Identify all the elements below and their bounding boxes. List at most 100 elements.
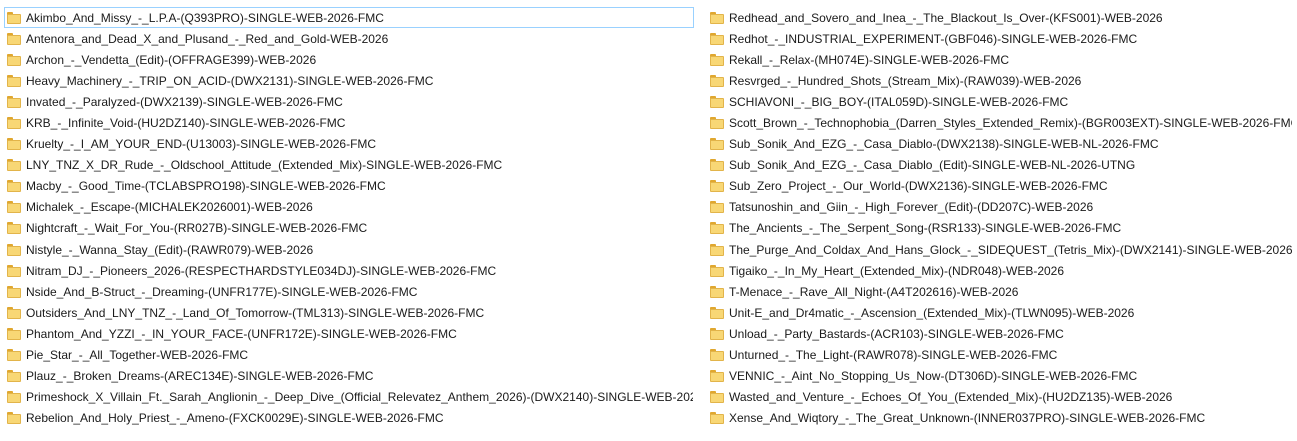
folder-name: Macby_-_Good_Time-(TCLABSPRO198)-SINGLE-…: [26, 179, 386, 194]
folder-column-right: Redhead_and_Sovero_and_Inea_-_The_Blacko…: [707, 7, 1293, 429]
folder-name: Pie_Star_-_All_Together-WEB-2026-FMC: [26, 348, 249, 363]
folder-icon: [7, 264, 21, 277]
folder-name: Tigaiko_-_In_My_Heart_(Extended_Mix)-(ND…: [729, 263, 1065, 278]
folder-item[interactable]: Michalek_-_Escape-(MICHALEK2026001)-WEB-…: [4, 197, 694, 218]
folder-item[interactable]: Unturned_-_The_Light-(RAWR078)-SINGLE-WE…: [707, 345, 1293, 366]
folder-item[interactable]: Sub_Sonik_And_EZG_-_Casa_Diablo_(Edit)-S…: [707, 155, 1293, 176]
folder-name: Sub_Sonik_And_EZG_-_Casa_Diablo-(DWX2138…: [729, 137, 1159, 152]
folder-item[interactable]: Antenora_and_Dead_X_and_Plusand_-_Red_an…: [4, 28, 694, 49]
folder-item[interactable]: Resvrged_-_Hundred_Shots_(Stream_Mix)-(R…: [707, 70, 1293, 91]
folder-icon: [7, 285, 21, 298]
folder-name: Outsiders_And_LNY_TNZ_-_Land_Of_Tomorrow…: [26, 305, 485, 320]
folder-icon: [7, 349, 21, 362]
folder-name: Michalek_-_Escape-(MICHALEK2026001)-WEB-…: [26, 200, 313, 215]
folder-icon: [7, 370, 21, 383]
folder-icon: [710, 159, 724, 172]
folder-icon: [710, 349, 724, 362]
folder-name: KRB_-_Infinite_Void-(HU2DZ140)-SINGLE-WE…: [26, 116, 346, 131]
folder-item[interactable]: KRB_-_Infinite_Void-(HU2DZ140)-SINGLE-WE…: [4, 112, 694, 133]
folder-icon: [710, 222, 724, 235]
folder-item[interactable]: Scott_Brown_-_Technophobia_(Darren_Style…: [707, 112, 1293, 133]
folder-name: Xense_And_Wiqtory_-_The_Great_Unknown-(I…: [729, 411, 1206, 426]
folder-name: Tatsunoshin_and_Giin_-_High_Forever_(Edi…: [729, 200, 1094, 215]
folder-item[interactable]: Pie_Star_-_All_Together-WEB-2026-FMC: [4, 345, 694, 366]
folder-name: Nightcraft_-_Wait_For_You-(RR027B)-SINGL…: [26, 221, 368, 236]
folder-item[interactable]: Primeshock_X_Villain_Ft._Sarah_Anglionin…: [4, 387, 694, 408]
folder-icon: [710, 243, 724, 256]
folder-name: Rebelion_And_Holy_Priest_-_Ameno-(FXCK00…: [26, 411, 444, 426]
folder-icon: [710, 391, 724, 404]
folder-name: Akimbo_And_Missy_-_L.P.A-(Q393PRO)-SINGL…: [26, 10, 384, 25]
folder-item[interactable]: Redhot_-_INDUSTRIAL_EXPERIMENT-(GBF046)-…: [707, 28, 1293, 49]
folder-item[interactable]: Invated_-_Paralyzed-(DWX2139)-SINGLE-WEB…: [4, 91, 694, 112]
folder-item[interactable]: LNY_TNZ_X_DR_Rude_-_Oldschool_Attitude_(…: [4, 155, 694, 176]
folder-item[interactable]: Unit-E_and_Dr4matic_-_Ascension_(Extende…: [707, 302, 1293, 323]
folder-icon: [710, 117, 724, 130]
folder-icon: [7, 117, 21, 130]
folder-column-left: Akimbo_And_Missy_-_L.P.A-(Q393PRO)-SINGL…: [4, 7, 694, 429]
folder-icon: [7, 180, 21, 193]
folder-icon: [7, 11, 21, 24]
folder-name: LNY_TNZ_X_DR_Rude_-_Oldschool_Attitude_(…: [26, 158, 503, 173]
folder-item[interactable]: The_Ancients_-_The_Serpent_Song-(RSR133)…: [707, 218, 1293, 239]
folder-item[interactable]: Redhead_and_Sovero_and_Inea_-_The_Blacko…: [707, 7, 1293, 28]
folder-name: Primeshock_X_Villain_Ft._Sarah_Anglionin…: [26, 390, 694, 405]
folder-item[interactable]: Tigaiko_-_In_My_Heart_(Extended_Mix)-(ND…: [707, 260, 1293, 281]
folder-icon: [7, 222, 21, 235]
folder-icon: [710, 32, 724, 45]
folder-item[interactable]: Xense_And_Wiqtory_-_The_Great_Unknown-(I…: [707, 408, 1293, 429]
folder-icon: [710, 11, 724, 24]
folder-item[interactable]: SCHIAVONI_-_BIG_BOY-(ITAL059D)-SINGLE-WE…: [707, 91, 1293, 112]
folder-name: Invated_-_Paralyzed-(DWX2139)-SINGLE-WEB…: [26, 94, 343, 109]
folder-item[interactable]: Nside_And_B-Struct_-_Dreaming-(UNFR177E)…: [4, 281, 694, 302]
folder-item[interactable]: VENNIC_-_Aint_No_Stopping_Us_Now-(DT306D…: [707, 366, 1293, 387]
folder-item[interactable]: Rekall_-_Relax-(MH074E)-SINGLE-WEB-2026-…: [707, 49, 1293, 70]
folder-name: Archon_-_Vendetta_(Edit)-(OFFRAGE399)-WE…: [26, 52, 317, 67]
folder-item[interactable]: The_Purge_And_Coldax_And_Hans_Glock_-_SI…: [707, 239, 1293, 260]
folder-item[interactable]: Heavy_Machinery_-_TRIP_ON_ACID-(DWX2131)…: [4, 70, 694, 91]
folder-item[interactable]: Macby_-_Good_Time-(TCLABSPRO198)-SINGLE-…: [4, 176, 694, 197]
folder-name: Rekall_-_Relax-(MH074E)-SINGLE-WEB-2026-…: [729, 52, 1010, 67]
folder-name: SCHIAVONI_-_BIG_BOY-(ITAL059D)-SINGLE-WE…: [729, 94, 1069, 109]
folder-name: T-Menace_-_Rave_All_Night-(A4T202616)-WE…: [729, 284, 1019, 299]
folder-icon: [710, 201, 724, 214]
folder-item[interactable]: Plauz_-_Broken_Dreams-(AREC134E)-SINGLE-…: [4, 366, 694, 387]
folder-name: Heavy_Machinery_-_TRIP_ON_ACID-(DWX2131)…: [26, 73, 434, 88]
folder-icon: [7, 412, 21, 425]
folder-name: Nitram_DJ_-_Pioneers_2026-(RESPECTHARDST…: [26, 263, 497, 278]
folder-item[interactable]: Nistyle_-_Wanna_Stay_(Edit)-(RAWR079)-WE…: [4, 239, 694, 260]
folder-item[interactable]: Outsiders_And_LNY_TNZ_-_Land_Of_Tomorrow…: [4, 302, 694, 323]
folder-item[interactable]: Nightcraft_-_Wait_For_You-(RR027B)-SINGL…: [4, 218, 694, 239]
folder-item[interactable]: Nitram_DJ_-_Pioneers_2026-(RESPECTHARDST…: [4, 260, 694, 281]
folder-icon: [710, 327, 724, 340]
folder-name: Redhot_-_INDUSTRIAL_EXPERIMENT-(GBF046)-…: [729, 31, 1138, 46]
folder-name: Plauz_-_Broken_Dreams-(AREC134E)-SINGLE-…: [26, 369, 374, 384]
folder-icon: [7, 138, 21, 151]
folder-icon: [7, 32, 21, 45]
folder-item[interactable]: Tatsunoshin_and_Giin_-_High_Forever_(Edi…: [707, 197, 1293, 218]
folder-name: The_Ancients_-_The_Serpent_Song-(RSR133)…: [729, 221, 1122, 236]
folder-name: Wasted_and_Venture_-_Echoes_Of_You_(Exte…: [729, 390, 1173, 405]
folder-icon: [710, 264, 724, 277]
folder-name: Sub_Zero_Project_-_Our_World-(DWX2136)-S…: [729, 179, 1108, 194]
folder-name: The_Purge_And_Coldax_And_Hans_Glock_-_SI…: [729, 242, 1293, 257]
folder-item[interactable]: T-Menace_-_Rave_All_Night-(A4T202616)-WE…: [707, 281, 1293, 302]
folder-icon: [7, 306, 21, 319]
folder-item[interactable]: Phantom_And_YZZI_-_IN_YOUR_FACE-(UNFR172…: [4, 323, 694, 344]
folder-item[interactable]: Unload_-_Party_Bastards-(ACR103)-SINGLE-…: [707, 323, 1293, 344]
folder-name: Resvrged_-_Hundred_Shots_(Stream_Mix)-(R…: [729, 73, 1082, 88]
folder-icon: [7, 243, 21, 256]
folder-item[interactable]: Sub_Zero_Project_-_Our_World-(DWX2136)-S…: [707, 176, 1293, 197]
folder-item[interactable]: Rebelion_And_Holy_Priest_-_Ameno-(FXCK00…: [4, 408, 694, 429]
folder-item[interactable]: Sub_Sonik_And_EZG_-_Casa_Diablo-(DWX2138…: [707, 134, 1293, 155]
folder-item[interactable]: Akimbo_And_Missy_-_L.P.A-(Q393PRO)-SINGL…: [4, 7, 694, 29]
folder-icon: [710, 370, 724, 383]
folder-item[interactable]: Kruelty_-_I_AM_YOUR_END-(U13003)-SINGLE-…: [4, 134, 694, 155]
folder-item[interactable]: Archon_-_Vendetta_(Edit)-(OFFRAGE399)-WE…: [4, 49, 694, 70]
folder-icon: [7, 53, 21, 66]
folder-name: Unturned_-_The_Light-(RAWR078)-SINGLE-WE…: [729, 348, 1058, 363]
folder-icon: [710, 412, 724, 425]
folder-item[interactable]: Wasted_and_Venture_-_Echoes_Of_You_(Exte…: [707, 387, 1293, 408]
folder-name: Antenora_and_Dead_X_and_Plusand_-_Red_an…: [26, 31, 389, 46]
folder-icon: [7, 327, 21, 340]
